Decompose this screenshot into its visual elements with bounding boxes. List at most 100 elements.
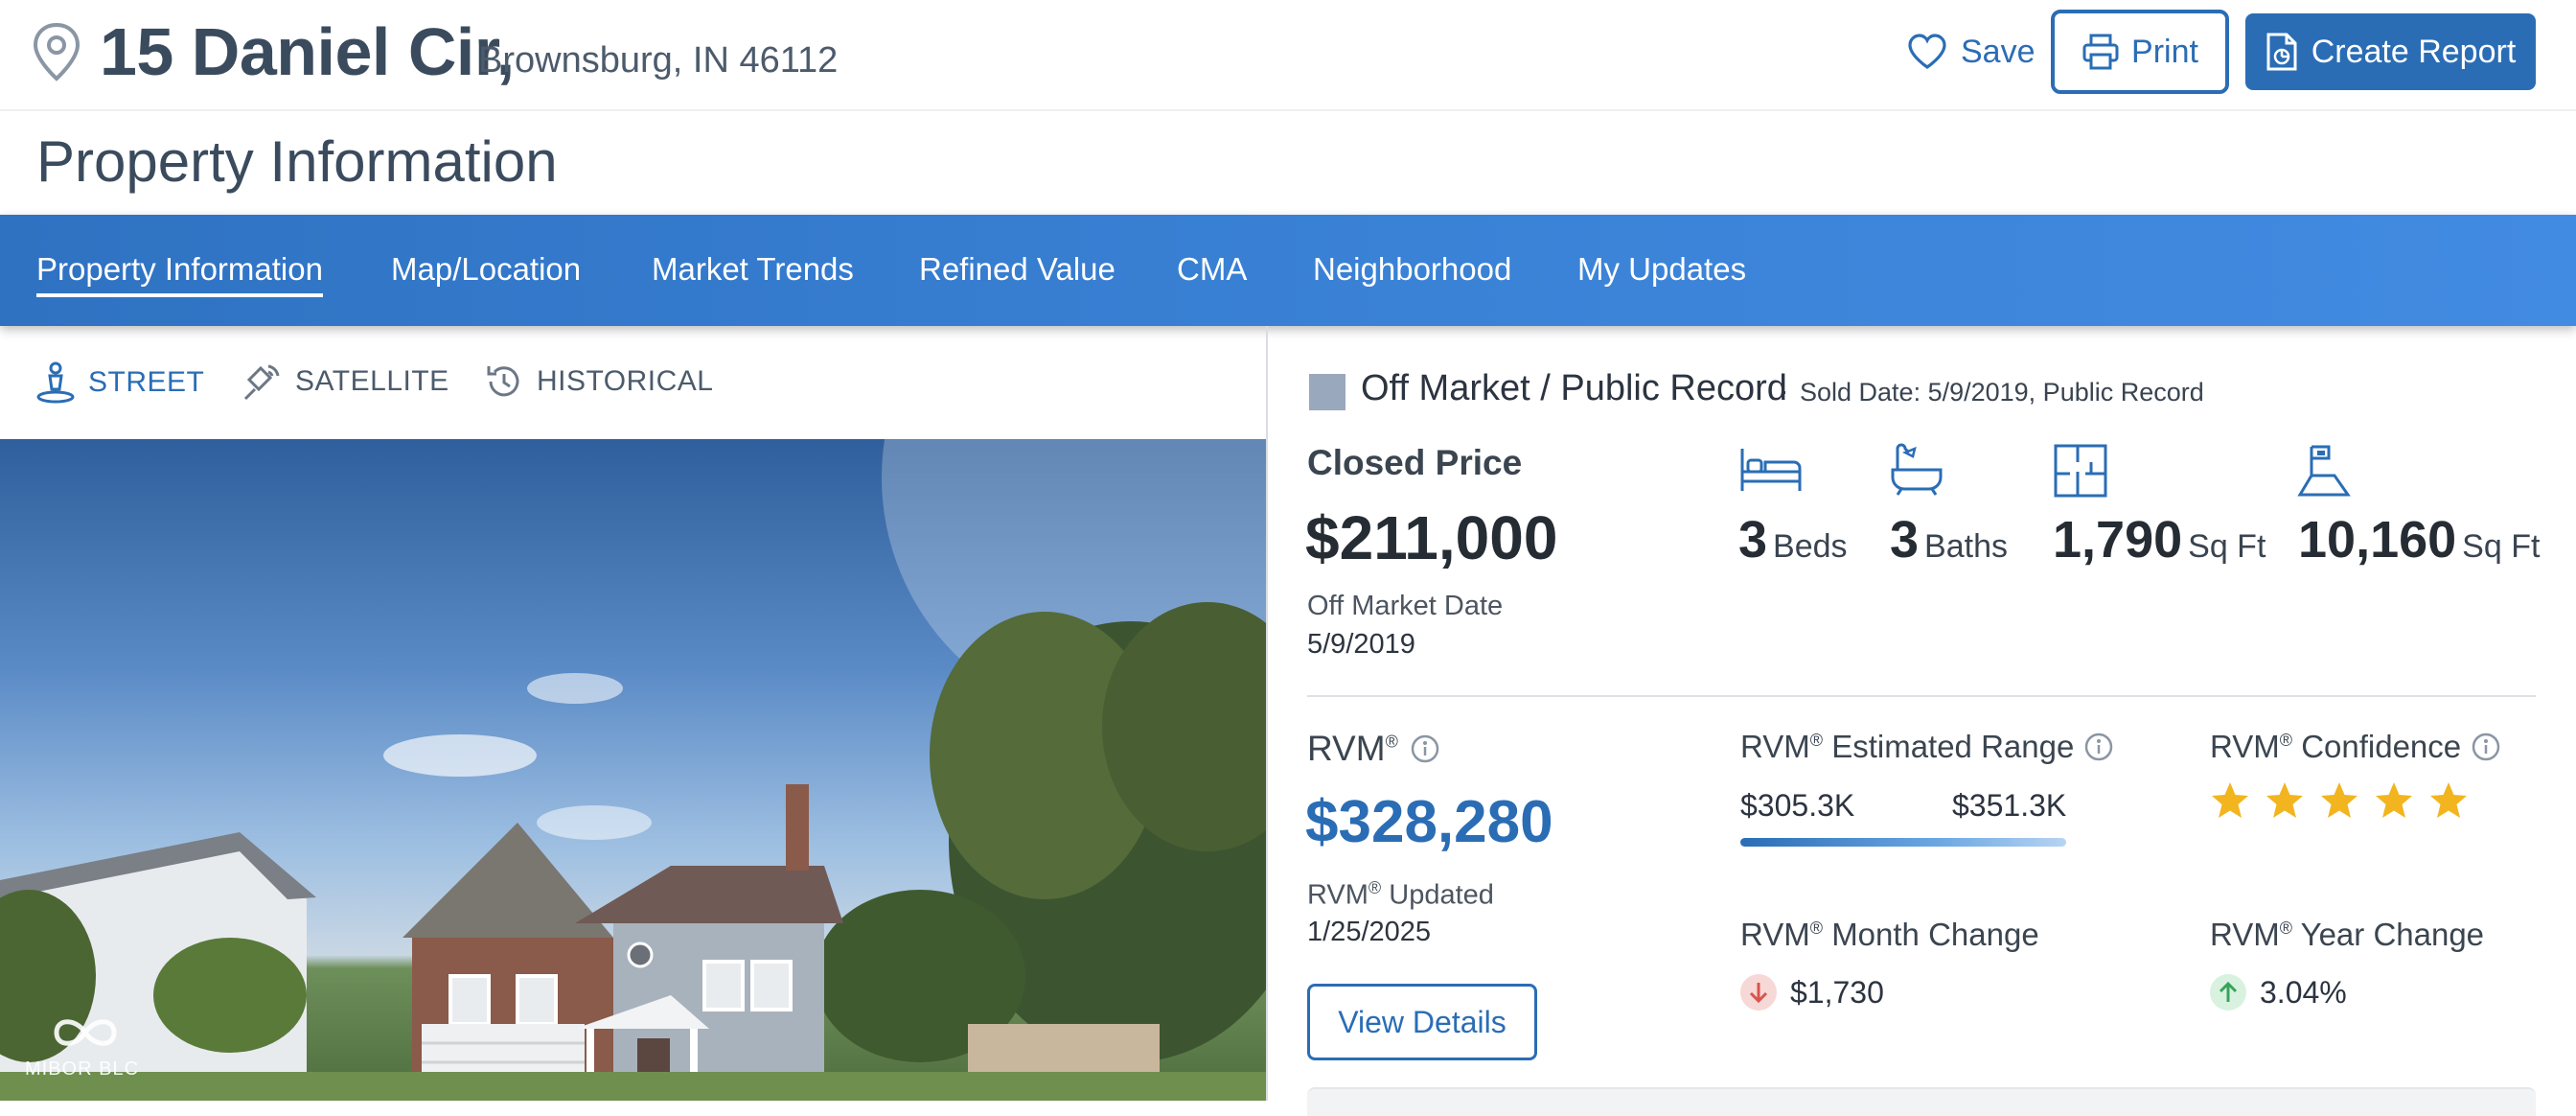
history-icon: [487, 366, 519, 397]
street-view-photo[interactable]: MIBOR BLC: [0, 439, 1267, 1101]
rvm-range-title: RVM® Estimated Range: [1740, 729, 2114, 765]
arrow-up-icon: [2210, 974, 2246, 1011]
tab-property-information[interactable]: Property Information: [36, 251, 323, 297]
beds-count: 3: [1738, 511, 1768, 569]
mibor-blc-watermark: MIBOR BLC: [25, 1009, 150, 1085]
range-high-value: $351.3K: [1952, 788, 2067, 823]
rvm-label: RVM®: [1307, 729, 1440, 769]
tab-map-location[interactable]: Map/Location: [391, 251, 581, 288]
rvm-label-text: RVM: [1307, 729, 1386, 768]
create-report-button[interactable]: Create Report: [2245, 13, 2536, 90]
status-color-swatch: [1309, 374, 1346, 410]
report-document-icon: [2266, 33, 2297, 71]
status-separator: ·: [1780, 376, 1789, 406]
rvm-month-change-title: RVM® Month Change: [1740, 917, 2039, 953]
address-city: Brownsburg, IN 46112: [478, 40, 839, 81]
satellite-icon: [243, 364, 280, 401]
lot-size-fact: 10,160 Sq Ft: [2298, 510, 2540, 570]
view-tab-label: SATELLITE: [295, 365, 449, 397]
info-icon[interactable]: [1410, 733, 1440, 764]
living-area-unit: Sq Ft: [2188, 528, 2266, 565]
next-card-edge: [1307, 1087, 2536, 1116]
photo-view-tabs: STREET SATELLITE HISTORICAL: [0, 326, 1267, 439]
view-tab-satellite[interactable]: SATELLITE: [242, 360, 449, 403]
lot-size-unit: Sq Ft: [2462, 528, 2541, 565]
tab-market-trends[interactable]: Market Trends: [652, 251, 854, 288]
address-street: 15 Daniel Cir,: [100, 14, 515, 89]
rvm-updated-date: 1/25/2025: [1307, 917, 1432, 947]
print-label: Print: [2131, 33, 2198, 70]
month-change-value: $1,730: [1790, 974, 1884, 1010]
registered-mark: ®: [2279, 918, 2293, 938]
view-tab-label: STREET: [88, 366, 205, 398]
lot-size-icon: [2297, 445, 2351, 497]
year-change: 3.04%: [2210, 974, 2347, 1011]
tab-my-updates[interactable]: My Updates: [1577, 251, 1746, 288]
tab-neighborhood[interactable]: Neighborhood: [1313, 251, 1511, 288]
range-low-value: $305.3K: [1740, 788, 1855, 823]
closed-price-value: $211,000: [1305, 503, 1558, 572]
property-header: 15 Daniel Cir, Brownsburg, IN 46112 Save…: [0, 0, 2576, 111]
living-area-value: 1,790: [2053, 511, 2183, 569]
rvm-label-text: RVM: [2210, 729, 2280, 764]
rvm-updated-text: Updated: [1389, 879, 1494, 911]
heart-icon: [1908, 34, 1946, 69]
star-icon: [2321, 782, 2358, 818]
print-button[interactable]: Print: [2051, 10, 2229, 94]
house-scene-illustration: [0, 439, 1267, 1101]
listing-status: Off Market / Public Record: [1361, 368, 1787, 408]
view-details-label: View Details: [1338, 1004, 1506, 1039]
baths-count: 3: [1890, 511, 1920, 569]
confidence-stars: [2210, 780, 2469, 821]
month-change-title-text: Month Change: [1831, 917, 2039, 952]
bed-icon: [1740, 449, 1802, 491]
registered-mark: ®: [1385, 732, 1398, 752]
info-icon[interactable]: [2471, 732, 2501, 762]
tab-cma[interactable]: CMA: [1177, 251, 1247, 288]
rvm-label-text: RVM: [1740, 917, 1810, 952]
save-button[interactable]: Save: [1907, 27, 2036, 77]
page-title: Property Information: [36, 129, 558, 194]
create-report-label: Create Report: [2311, 33, 2517, 70]
year-change-value: 3.04%: [2260, 974, 2347, 1010]
watermark-text: MIBOR BLC: [25, 1058, 140, 1080]
lot-size-value: 10,160: [2298, 511, 2457, 569]
range-title-text: Estimated Range: [1831, 729, 2075, 764]
beds-fact: 3 Beds: [1738, 510, 1848, 570]
off-market-date-label: Off Market Date: [1307, 591, 1504, 621]
rvm-updated-label: RVM® Updated: [1307, 878, 1494, 912]
rvm-label-text: RVM: [1307, 879, 1368, 911]
rvm-label-text: RVM: [2210, 917, 2280, 952]
month-change: $1,730: [1740, 974, 1884, 1011]
view-details-button[interactable]: View Details: [1307, 984, 1537, 1060]
info-icon[interactable]: [2083, 732, 2114, 762]
off-market-date-value: 5/9/2019: [1307, 629, 1415, 660]
infinity-logo-icon: [54, 1019, 117, 1046]
star-icon: [2430, 782, 2467, 818]
bathtub-icon: [1891, 443, 1943, 496]
star-icon: [2212, 782, 2248, 818]
street-view-icon: [36, 361, 75, 404]
floorplan-icon: [2054, 444, 2107, 498]
section-nav-bar: Property Information Map/Location Market…: [0, 215, 2576, 326]
rvm-value: $328,280: [1305, 789, 1553, 855]
registered-mark: ®: [2279, 731, 2293, 750]
view-tab-historical[interactable]: HISTORICAL: [483, 360, 714, 403]
registered-mark: ®: [1809, 918, 1824, 938]
view-tab-label: HISTORICAL: [537, 365, 714, 397]
baths-unit: Baths: [1924, 528, 2008, 565]
printer-icon: [2082, 34, 2119, 70]
panel-divider: [1266, 326, 1268, 1101]
beds-unit: Beds: [1773, 528, 1848, 565]
tab-refined-value[interactable]: Refined Value: [919, 251, 1116, 288]
living-area-fact: 1,790 Sq Ft: [2053, 510, 2266, 570]
save-label: Save: [1961, 33, 2036, 70]
rvm-label-text: RVM: [1740, 729, 1810, 764]
registered-mark: ®: [1368, 878, 1382, 897]
closed-price-label: Closed Price: [1307, 443, 1523, 482]
view-tab-street[interactable]: STREET: [34, 360, 204, 405]
rvm-year-change-title: RVM® Year Change: [2210, 917, 2484, 953]
star-icon: [2266, 782, 2303, 818]
registered-mark: ®: [1809, 731, 1824, 750]
section-divider: [1307, 695, 2536, 697]
